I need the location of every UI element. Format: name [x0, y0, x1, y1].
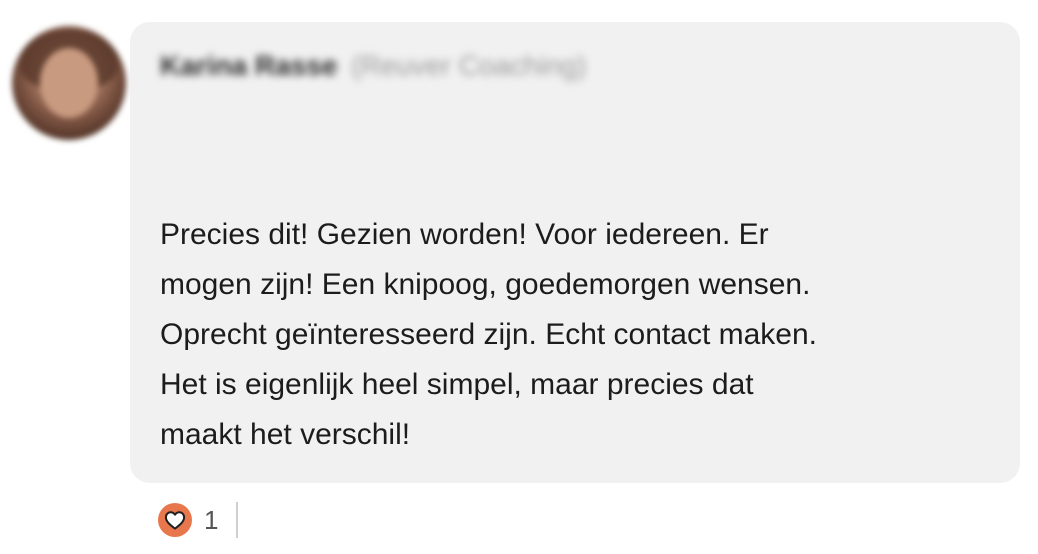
heart-glyph — [164, 511, 186, 530]
comment-line: Het is eigenlijk heel simpel, maar preci… — [160, 368, 754, 401]
reaction-bar: 1 — [158, 502, 239, 538]
reaction-count[interactable]: 1 — [204, 505, 218, 536]
author-role: (Reuver Coaching) — [351, 50, 587, 81]
comment-line: mogen zijn! Een knipoog, goedemorgen wen… — [160, 268, 811, 301]
comment-text: Precies dit! Gezien worden! Voor iederee… — [160, 210, 980, 460]
comment-line: Oprecht geïnteresseerd zijn. Echt contac… — [160, 318, 817, 351]
comment-author[interactable]: Karina Rasse (Reuver Coaching) — [160, 50, 586, 82]
comment-line: maakt het verschil! — [160, 418, 411, 451]
avatar[interactable] — [12, 26, 126, 140]
comment-bubble: Karina Rasse (Reuver Coaching) Precies d… — [130, 22, 1020, 483]
comment-line: Precies dit! Gezien worden! Voor iederee… — [160, 218, 769, 251]
heart-icon[interactable] — [158, 503, 192, 537]
author-name[interactable]: Karina Rasse — [160, 50, 337, 81]
avatar-face — [40, 48, 98, 118]
divider — [236, 502, 239, 538]
